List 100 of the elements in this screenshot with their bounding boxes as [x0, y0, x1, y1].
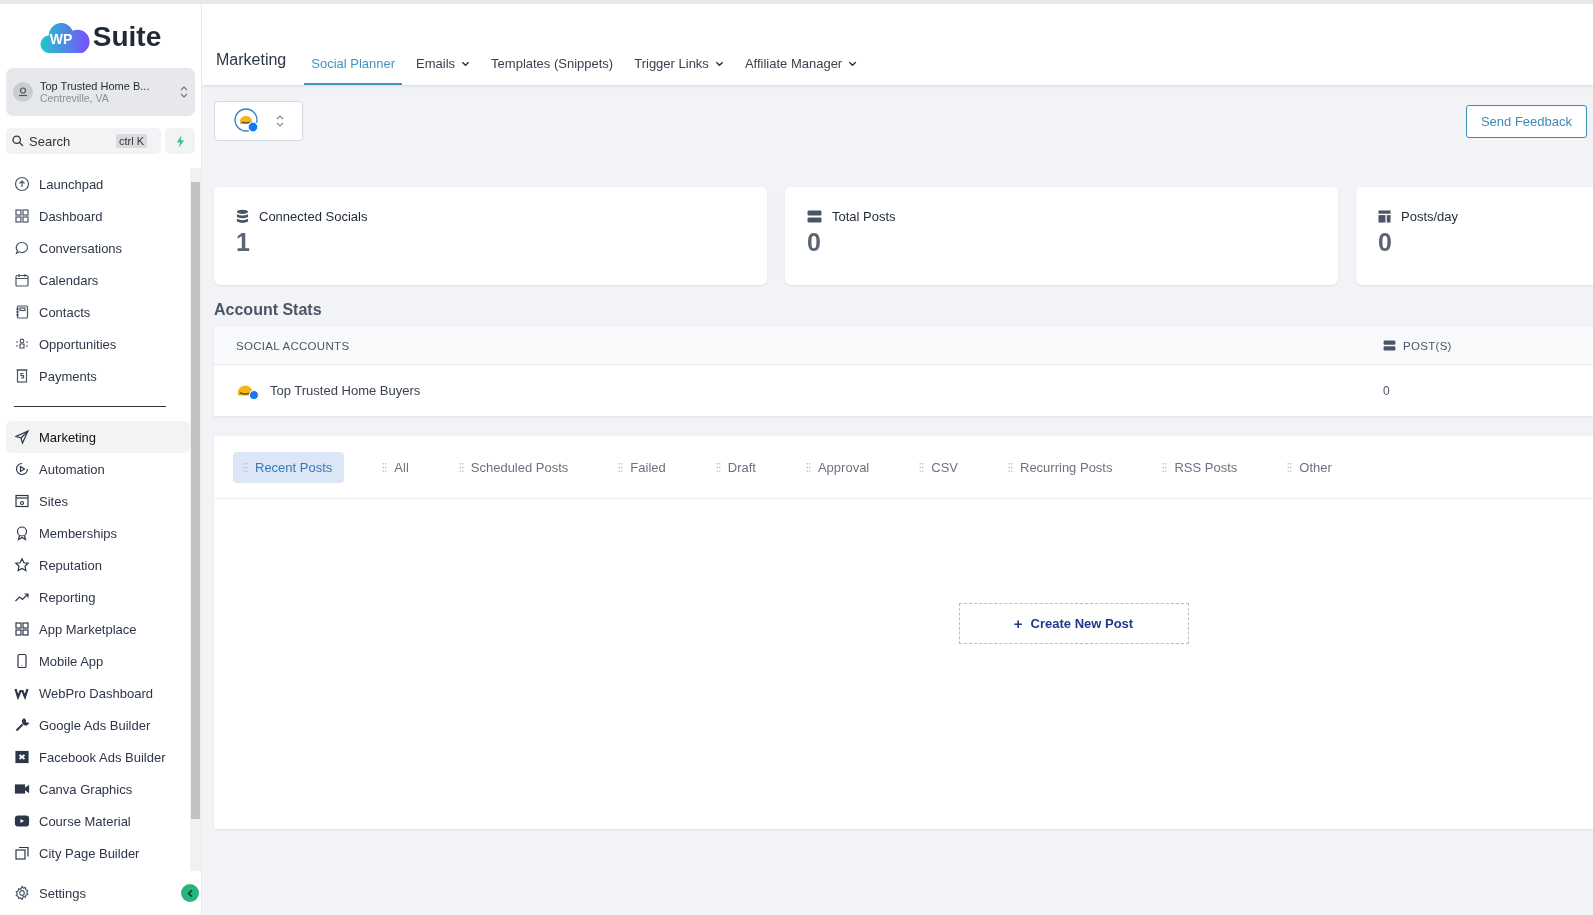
- caret-icon: [714, 60, 724, 67]
- sidebar-item[interactable]: Contacts: [6, 296, 190, 328]
- settings-item[interactable]: Settings: [6, 877, 94, 909]
- phone-icon: [14, 653, 30, 669]
- chevron-left-icon: [185, 888, 195, 898]
- sidebar-item[interactable]: Payments: [6, 360, 190, 392]
- search-field[interactable]: Search: [29, 133, 111, 149]
- nav-tab[interactable]: Trigger Links: [627, 56, 731, 85]
- wrench-icon: [14, 717, 30, 733]
- sidebar-item[interactable]: Reporting: [6, 581, 190, 613]
- column-header: POST(S): [1403, 339, 1452, 352]
- stat-label: Connected Socials: [259, 209, 368, 224]
- nav-tab[interactable]: Templates (Snippets): [484, 56, 621, 85]
- stat-label: Posts/day: [1401, 209, 1459, 224]
- star-icon: [14, 557, 30, 573]
- drag-handle-icon: [1008, 461, 1013, 473]
- post-filter-tab[interactable]: Recent Posts: [233, 451, 345, 483]
- account-switcher[interactable]: Top Trusted Home B... Centreville, VA: [6, 68, 195, 116]
- sidebar-item[interactable]: Launchpad: [6, 168, 190, 200]
- stat-label: Total Posts: [832, 209, 896, 224]
- drag-handle-icon: [382, 461, 388, 473]
- layout-icon: [1378, 210, 1391, 223]
- ribbon-icon: [14, 525, 30, 541]
- sidebar-item[interactable]: Sites: [6, 485, 190, 517]
- gear-icon: [14, 885, 30, 901]
- drag-handle-icon: [715, 461, 721, 473]
- sidebar-item[interactable]: Opportunities: [6, 328, 190, 360]
- receipt-icon: [14, 368, 30, 384]
- server-icon: [807, 210, 822, 223]
- column-header: SOCIAL ACCOUNTS: [236, 339, 351, 352]
- chevron-up-down-icon: [180, 85, 188, 99]
- post-filter-tab[interactable]: All: [372, 451, 421, 483]
- post-filter-tab[interactable]: Scheduled Posts: [448, 451, 581, 483]
- logo-wordmark: Suite: [92, 21, 162, 53]
- sidebar-item[interactable]: Conversations: [6, 232, 190, 264]
- table-cell: Top Trusted Home Buyers: [270, 383, 421, 398]
- scrollbar[interactable]: [190, 168, 201, 871]
- nav-tab[interactable]: Emails: [409, 56, 478, 85]
- sidebar-item[interactable]: City Page Builder: [6, 837, 190, 869]
- sidebar-item[interactable]: WebPro Dashboard: [6, 677, 190, 709]
- window-icon: [14, 845, 30, 861]
- account-avatar-icon: [233, 108, 260, 134]
- location-pin-icon: [13, 82, 33, 102]
- post-filter-tab[interactable]: Draft: [705, 451, 768, 483]
- sidebar-item[interactable]: Canva Graphics: [6, 773, 190, 805]
- notebook-icon: [14, 304, 30, 320]
- server-icon: [1383, 340, 1396, 351]
- close-square-icon: [14, 749, 30, 765]
- sidebar-item[interactable]: Facebook Ads Builder: [6, 741, 190, 773]
- shortcut-hint: ctrl K: [116, 134, 148, 148]
- post-filter-tab[interactable]: RSS Posts: [1152, 451, 1250, 483]
- drag-handle-icon: [243, 461, 248, 473]
- sidebar-item[interactable]: Course Material: [6, 805, 190, 837]
- caret-icon: [461, 60, 471, 67]
- search-icon: [12, 135, 24, 147]
- lightning-icon: [175, 134, 185, 148]
- video-camera-icon: [14, 781, 30, 797]
- sidebar-item[interactable]: Memberships: [6, 517, 190, 549]
- sidebar-item[interactable]: Google Ads Builder: [6, 709, 190, 741]
- post-filter-tab[interactable]: Other: [1277, 451, 1344, 483]
- logo-text: WP: [49, 30, 73, 47]
- sidebar-item[interactable]: Marketing: [6, 421, 190, 453]
- create-post-button[interactable]: + Create New Post: [958, 603, 1189, 644]
- caret-icon: [848, 60, 858, 67]
- drag-handle-icon: [618, 461, 624, 473]
- section-title: Account Stats: [214, 301, 323, 319]
- nav-tab[interactable]: Affiliate Manager: [737, 56, 865, 85]
- play-button-icon: [14, 813, 30, 829]
- sidebar-item[interactable]: App Marketplace: [6, 613, 190, 645]
- sidebar-item[interactable]: Reputation: [6, 549, 190, 581]
- account-name: Top Trusted Home B...: [40, 80, 151, 92]
- database-icon: [236, 209, 249, 224]
- stat-value: 0: [807, 228, 821, 257]
- cloud-logo-icon: [39, 20, 90, 54]
- chevron-up-down-icon: [275, 114, 284, 128]
- sidebar-item[interactable]: Dashboard: [6, 200, 190, 232]
- table-cell-text: 0: [1383, 383, 1391, 398]
- stat-value: 1: [236, 228, 250, 257]
- account-picker[interactable]: [214, 101, 303, 141]
- send-feedback-button[interactable]: Send Feedback: [1465, 105, 1587, 138]
- grid-icon: [14, 621, 30, 637]
- sidebar-item[interactable]: Mobile App: [6, 645, 190, 677]
- drag-handle-icon: [1287, 461, 1293, 473]
- post-filter-tab[interactable]: Recurring Posts: [998, 451, 1125, 483]
- page-title: Marketing: [216, 51, 287, 70]
- calendar-icon: [14, 272, 30, 288]
- drag-handle-icon: [458, 461, 464, 473]
- search-bar[interactable]: Search ctrl K: [6, 128, 161, 154]
- sidebar-item[interactable]: Calendars: [6, 264, 190, 296]
- browser-window-icon: [14, 493, 30, 509]
- post-filter-tab[interactable]: Approval: [795, 451, 882, 483]
- post-filter-tab[interactable]: CSV: [909, 451, 970, 483]
- sidebar-item[interactable]: Automation: [6, 453, 190, 485]
- account-location: Centreville, VA: [40, 92, 110, 104]
- post-filter-tab[interactable]: Failed: [608, 451, 678, 483]
- send-icon: [14, 429, 30, 445]
- drag-handle-icon: [1162, 461, 1168, 473]
- people-icon: [14, 336, 30, 352]
- play-circle-icon: [14, 461, 30, 477]
- collapse-sidebar-button[interactable]: [181, 884, 199, 902]
